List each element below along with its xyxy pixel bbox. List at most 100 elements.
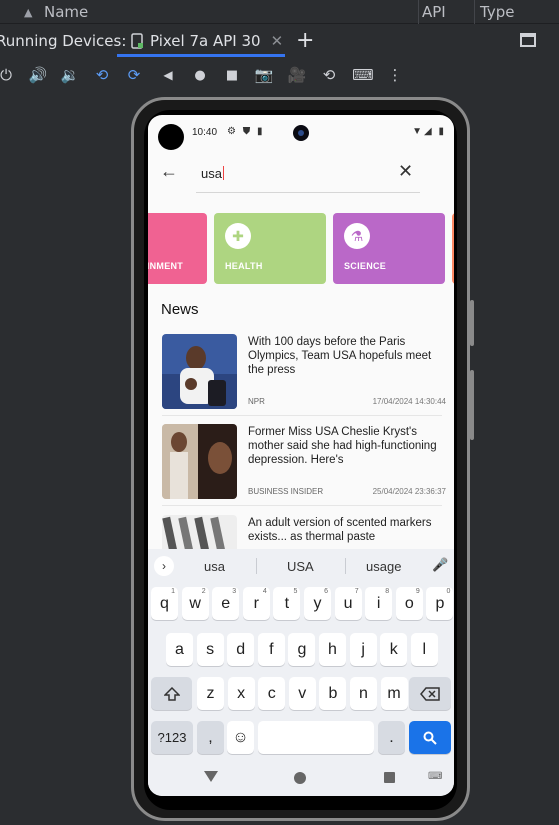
news-heading: News: [161, 301, 199, 318]
more-icon[interactable]: ⋮: [385, 65, 405, 85]
rotate-right-icon[interactable]: ⟳: [124, 65, 144, 85]
key-hint: 8: [385, 588, 390, 595]
key-hint: 5: [293, 588, 298, 595]
category-card-science[interactable]: ⚗ SCIENCE: [333, 213, 445, 284]
key-j[interactable]: j: [349, 633, 377, 666]
close-icon[interactable]: ✕: [271, 32, 284, 50]
sort-up-icon[interactable]: ▲: [24, 6, 32, 19]
keyboard-switch-icon[interactable]: ⌨: [428, 771, 442, 782]
key-i[interactable]: i8: [365, 587, 393, 620]
key-e[interactable]: e3: [212, 587, 240, 620]
shift-icon: [163, 686, 180, 701]
key-label: ,: [208, 728, 213, 746]
clear-icon[interactable]: ✕: [398, 161, 413, 182]
power-button[interactable]: [470, 300, 474, 346]
overview-icon[interactable]: ■: [222, 65, 242, 85]
column-name[interactable]: Name: [44, 3, 88, 21]
key-t[interactable]: t5: [273, 587, 301, 620]
article-timestamp: 17/04/2024 14:30:44: [372, 397, 446, 406]
soft-keyboard: › usa USA usage 🎤 q1w2e3r4t5y6u7i8o9p0as…: [148, 549, 454, 761]
search-input[interactable]: usa: [201, 166, 224, 181]
keyboard-icon[interactable]: ⌨: [352, 65, 374, 85]
snapshot-icon[interactable]: ⟲: [319, 65, 339, 85]
tab-device[interactable]: Pixel 7a API 30 ✕: [130, 25, 283, 57]
key-label: p: [435, 594, 445, 612]
key-u[interactable]: u7: [334, 587, 362, 620]
emoji-key[interactable]: ☺: [227, 721, 254, 754]
key-h[interactable]: h: [319, 633, 346, 666]
key-m[interactable]: m: [380, 677, 408, 710]
home-icon[interactable]: ●: [190, 65, 210, 85]
key-s[interactable]: s: [196, 633, 224, 666]
comma-key[interactable]: ,: [197, 721, 224, 754]
article-card[interactable]: An adult version of scented markers exis…: [162, 515, 442, 549]
article-source: NPR: [248, 397, 265, 406]
key-label: i: [376, 594, 381, 612]
screen-record-icon[interactable]: 🎥: [287, 65, 307, 85]
category-card-entertainment[interactable]: AINMENT: [148, 213, 207, 284]
period-key[interactable]: .: [378, 721, 405, 754]
key-g[interactable]: g: [288, 633, 316, 666]
key-x[interactable]: x: [227, 677, 255, 710]
microphone-icon[interactable]: 🎤: [432, 557, 448, 573]
flask-icon: ⚗: [344, 223, 370, 249]
add-icon[interactable]: +: [296, 28, 314, 53]
key-hint: 7: [354, 588, 359, 595]
key-d[interactable]: d: [227, 633, 255, 666]
nav-back-icon[interactable]: [204, 771, 218, 782]
key-k[interactable]: k: [380, 633, 408, 666]
power-icon[interactable]: ⏻: [0, 65, 16, 85]
key-a[interactable]: a: [166, 633, 193, 666]
key-n[interactable]: n: [350, 677, 377, 710]
space-key[interactable]: [258, 721, 374, 754]
status-time: 10:40: [192, 127, 218, 138]
key-r[interactable]: r4: [242, 587, 270, 620]
key-z[interactable]: z: [197, 677, 224, 710]
nav-home-icon[interactable]: [294, 772, 306, 784]
volume-up-icon[interactable]: 🔊: [28, 65, 48, 85]
key-label: h: [328, 640, 337, 658]
restore-window-icon[interactable]: [520, 33, 536, 47]
back-icon[interactable]: ◀: [158, 65, 178, 85]
screenshot-icon[interactable]: 📷: [254, 65, 274, 85]
key-y[interactable]: y6: [304, 587, 331, 620]
notification-icons: ⚙ ⛊ ▮: [227, 126, 265, 137]
column-api[interactable]: API: [422, 3, 446, 21]
camera-icon: [293, 125, 309, 141]
suggestion[interactable]: usage: [366, 559, 401, 574]
bandage-icon: ✚: [225, 223, 251, 249]
article-headline: An adult version of scented markers exis…: [248, 517, 432, 543]
search-bar: ← usa ✕: [148, 153, 454, 195]
nav-recents-icon[interactable]: [384, 772, 395, 783]
key-l[interactable]: l: [410, 633, 438, 666]
backspace-key[interactable]: [409, 677, 451, 710]
volume-button[interactable]: [470, 370, 474, 440]
volume-down-icon[interactable]: 🔉: [60, 65, 80, 85]
key-hint: 1: [171, 588, 175, 595]
key-o[interactable]: o9: [395, 587, 423, 620]
category-card-next[interactable]: [452, 213, 454, 284]
category-label: HEALTH: [225, 261, 263, 271]
key-hint: 9: [415, 588, 420, 595]
symbols-key[interactable]: ?123: [151, 721, 193, 754]
article-card[interactable]: Former Miss USA Cheslie Kryst's mother s…: [162, 424, 446, 502]
category-carousel[interactable]: AINMENT ✚ HEALTH ⚗ SCIENCE: [148, 213, 454, 284]
key-w[interactable]: w2: [181, 587, 209, 620]
search-key[interactable]: [409, 721, 451, 754]
key-v[interactable]: v: [288, 677, 316, 710]
suggestion[interactable]: usa: [204, 559, 225, 574]
key-c[interactable]: c: [258, 677, 286, 710]
suggestion[interactable]: USA: [287, 559, 314, 574]
key-p[interactable]: p0: [426, 587, 454, 620]
shift-key[interactable]: [151, 677, 192, 710]
chevron-right-icon[interactable]: ›: [154, 556, 174, 576]
category-card-health[interactable]: ✚ HEALTH: [214, 213, 326, 284]
article-card[interactable]: With 100 days before the Paris Olympics,…: [162, 334, 446, 412]
rotate-left-icon[interactable]: ⟲: [92, 65, 112, 85]
key-f[interactable]: f: [257, 633, 285, 666]
column-type[interactable]: Type: [480, 3, 514, 21]
key-q[interactable]: q1: [151, 587, 178, 620]
back-arrow-icon[interactable]: ←: [160, 161, 178, 182]
key-b[interactable]: b: [319, 677, 347, 710]
key-hint: 3: [232, 588, 237, 595]
